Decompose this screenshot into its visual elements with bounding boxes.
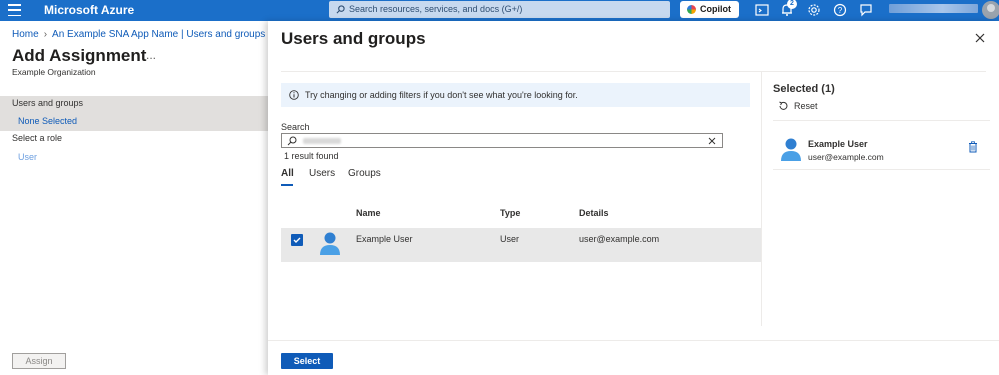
search-label: Search [281,122,310,132]
delete-icon[interactable] [968,141,978,153]
panel-title: Users and groups [281,29,426,48]
tab-all[interactable]: All [281,168,294,179]
divider [773,120,990,121]
divider [281,71,986,72]
selected-user-email: user@example.com [808,152,884,162]
breadcrumb: Home › An Example SNA App Name | Users and… [12,29,279,40]
divider [268,340,999,341]
role-label: Select a role [12,133,63,143]
breadcrumb-app[interactable]: An Example SNA App Name | Users and grou… [52,29,265,40]
svg-text:?: ? [838,6,843,15]
cloud-shell-icon[interactable] [755,3,769,17]
divider [773,169,990,170]
organization-name: Example Organization [12,67,96,77]
global-search-input[interactable]: Search resources, services, and docs (G+… [329,1,670,18]
users-groups-label: Users and groups [0,96,268,112]
brand-title[interactable]: Microsoft Azure [44,3,134,17]
copilot-button[interactable]: Copilot [680,1,739,18]
breadcrumb-home[interactable]: Home [12,29,39,40]
search-icon [287,136,297,146]
user-icon [781,138,801,161]
users-groups-selection-link[interactable]: None Selected [0,112,268,131]
undo-icon [779,101,788,110]
selected-user-name: Example User [808,139,868,149]
column-header-name[interactable]: Name [356,208,381,218]
info-icon [289,90,299,100]
chevron-right-icon: › [43,29,48,40]
top-bar: Microsoft Azure Search resources, servic… [0,0,999,21]
clear-search-icon[interactable] [707,136,717,146]
more-options-button[interactable]: ... [146,48,156,62]
row-type: User [500,234,520,244]
close-icon[interactable] [974,32,986,44]
reset-label: Reset [794,101,818,111]
menu-icon[interactable] [8,4,21,16]
search-input[interactable] [281,133,723,148]
copilot-icon [687,5,696,14]
tab-groups[interactable]: Groups [348,168,381,179]
active-tab-indicator [281,184,293,186]
reset-button[interactable]: Reset [778,99,818,113]
help-icon[interactable]: ? [833,3,847,17]
notification-badge: 2 [787,0,797,9]
info-text: Try changing or adding filters if you do… [305,90,578,100]
user-icon [320,232,340,255]
page-title: Add Assignment [12,46,147,65]
row-checkbox[interactable] [291,234,303,246]
select-button[interactable]: Select [281,353,333,369]
divider [761,71,762,326]
row-details: user@example.com [579,234,660,244]
tab-users[interactable]: Users [309,168,335,179]
info-banner: Try changing or adding filters if you do… [281,83,750,107]
account-avatar[interactable] [982,1,999,19]
column-header-details[interactable]: Details [579,208,609,218]
assign-button[interactable]: Assign [12,353,66,369]
result-count: 1 result found [284,151,339,161]
copilot-label: Copilot [700,4,731,14]
account-info[interactable] [889,4,978,13]
selected-title: Selected (1) [773,83,835,95]
settings-icon[interactable] [807,3,821,17]
search-icon [336,5,345,14]
row-name: Example User [356,234,413,244]
role-selection-link[interactable]: User [18,152,37,162]
users-groups-panel: Users and groups Try changing or adding … [268,21,999,375]
table-row[interactable]: Example User User user@example.com [281,228,761,262]
feedback-icon[interactable] [859,3,873,17]
checkmark-icon [293,237,301,243]
column-header-type[interactable]: Type [500,208,520,218]
search-query-redacted [303,138,341,144]
